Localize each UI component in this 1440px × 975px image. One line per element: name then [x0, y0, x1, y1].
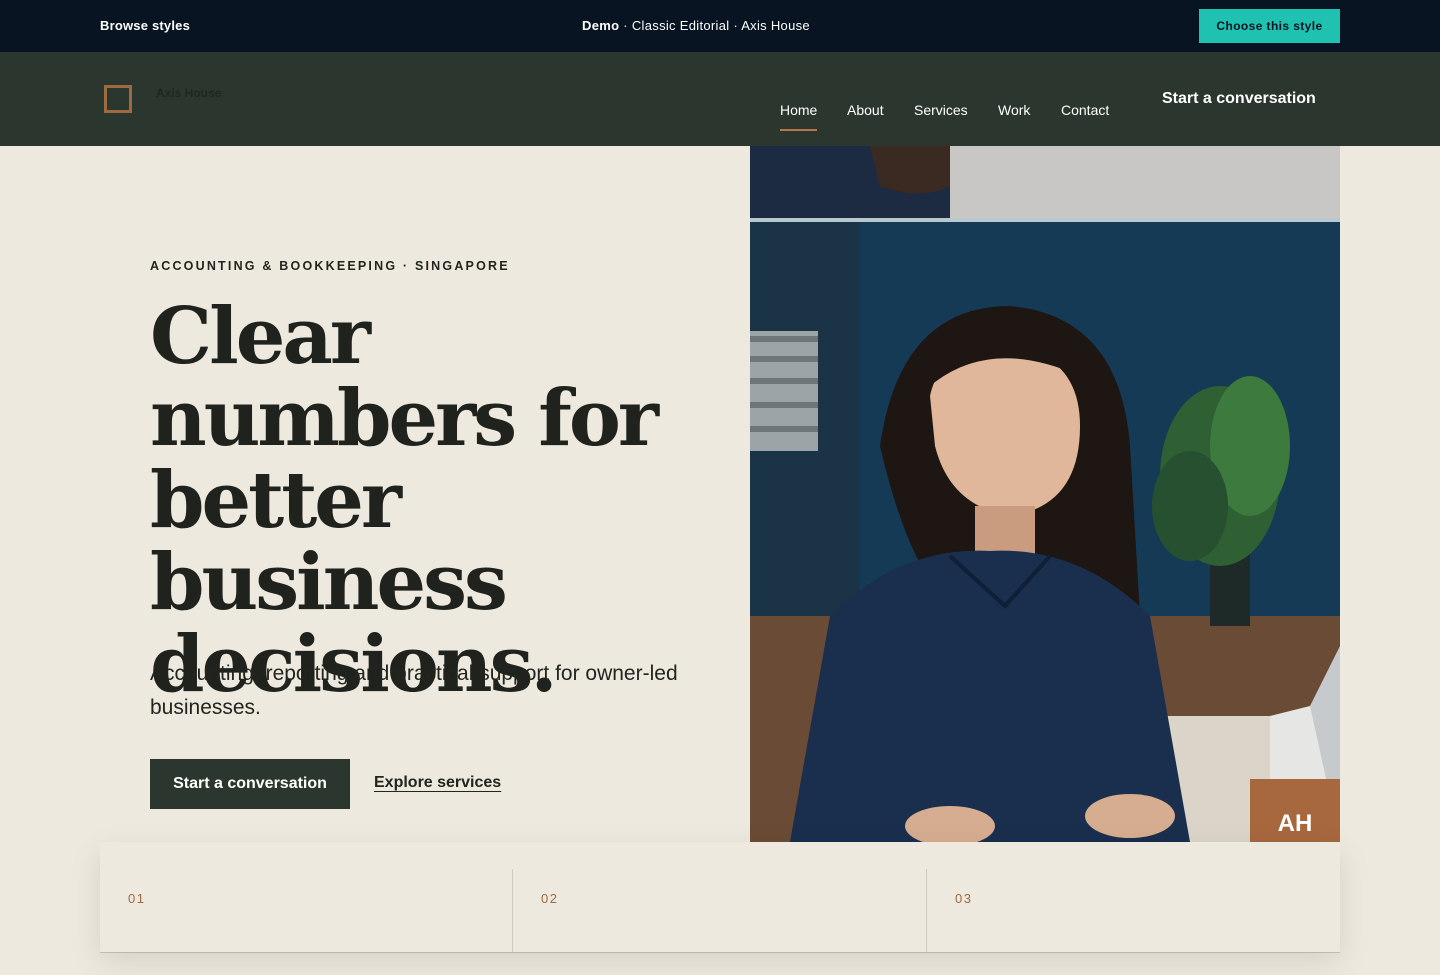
start-conversation-button[interactable]: Start a conversation — [150, 759, 350, 809]
site-header: Axis House Home About Services Work Cont… — [0, 52, 1440, 146]
nav-services[interactable]: Services — [914, 102, 968, 118]
nav-work[interactable]: Work — [998, 102, 1030, 118]
feature-card: 03 — [927, 869, 1340, 952]
feature-number: 03 — [955, 891, 973, 906]
nav-contact[interactable]: Contact — [1061, 102, 1109, 118]
feature-number: 02 — [541, 891, 559, 906]
nav-home[interactable]: Home — [780, 102, 818, 131]
hero-photo-illustration — [750, 146, 1340, 842]
demo-site-name: Axis House — [741, 18, 810, 33]
logo-text[interactable]: Axis House — [156, 86, 221, 100]
hero-eyebrow: ACCOUNTING & BOOKKEEPING · SINGAPORE — [150, 259, 510, 273]
hero-headline: Clear numbers for better business decisi… — [150, 291, 659, 710]
feature-card: 02 — [513, 869, 926, 952]
feature-card: 01 — [100, 869, 512, 952]
ah-badge: AH — [1250, 779, 1340, 842]
demo-style-label: Demo · Classic Editorial · Axis House — [0, 18, 1392, 33]
header-cta-link[interactable]: Start a conversation — [1162, 90, 1316, 108]
demo-bar: Browse styles Demo · Classic Editorial ·… — [0, 0, 1440, 52]
feature-number: 01 — [128, 891, 146, 906]
style-name: Classic Editorial — [631, 18, 730, 33]
separator: · — [623, 18, 628, 33]
explore-services-link[interactable]: Explore services — [374, 774, 501, 792]
separator: · — [733, 18, 738, 33]
choose-style-button[interactable]: Choose this style — [1199, 9, 1340, 43]
feature-strip: 01 02 03 — [100, 842, 1340, 952]
hero-lede: Accounting, reporting and practical supp… — [150, 662, 678, 719]
demo-label: Demo — [582, 18, 620, 33]
logo-square-icon[interactable] — [104, 85, 132, 113]
nav-about[interactable]: About — [847, 102, 884, 118]
hero-photo — [750, 146, 1340, 842]
